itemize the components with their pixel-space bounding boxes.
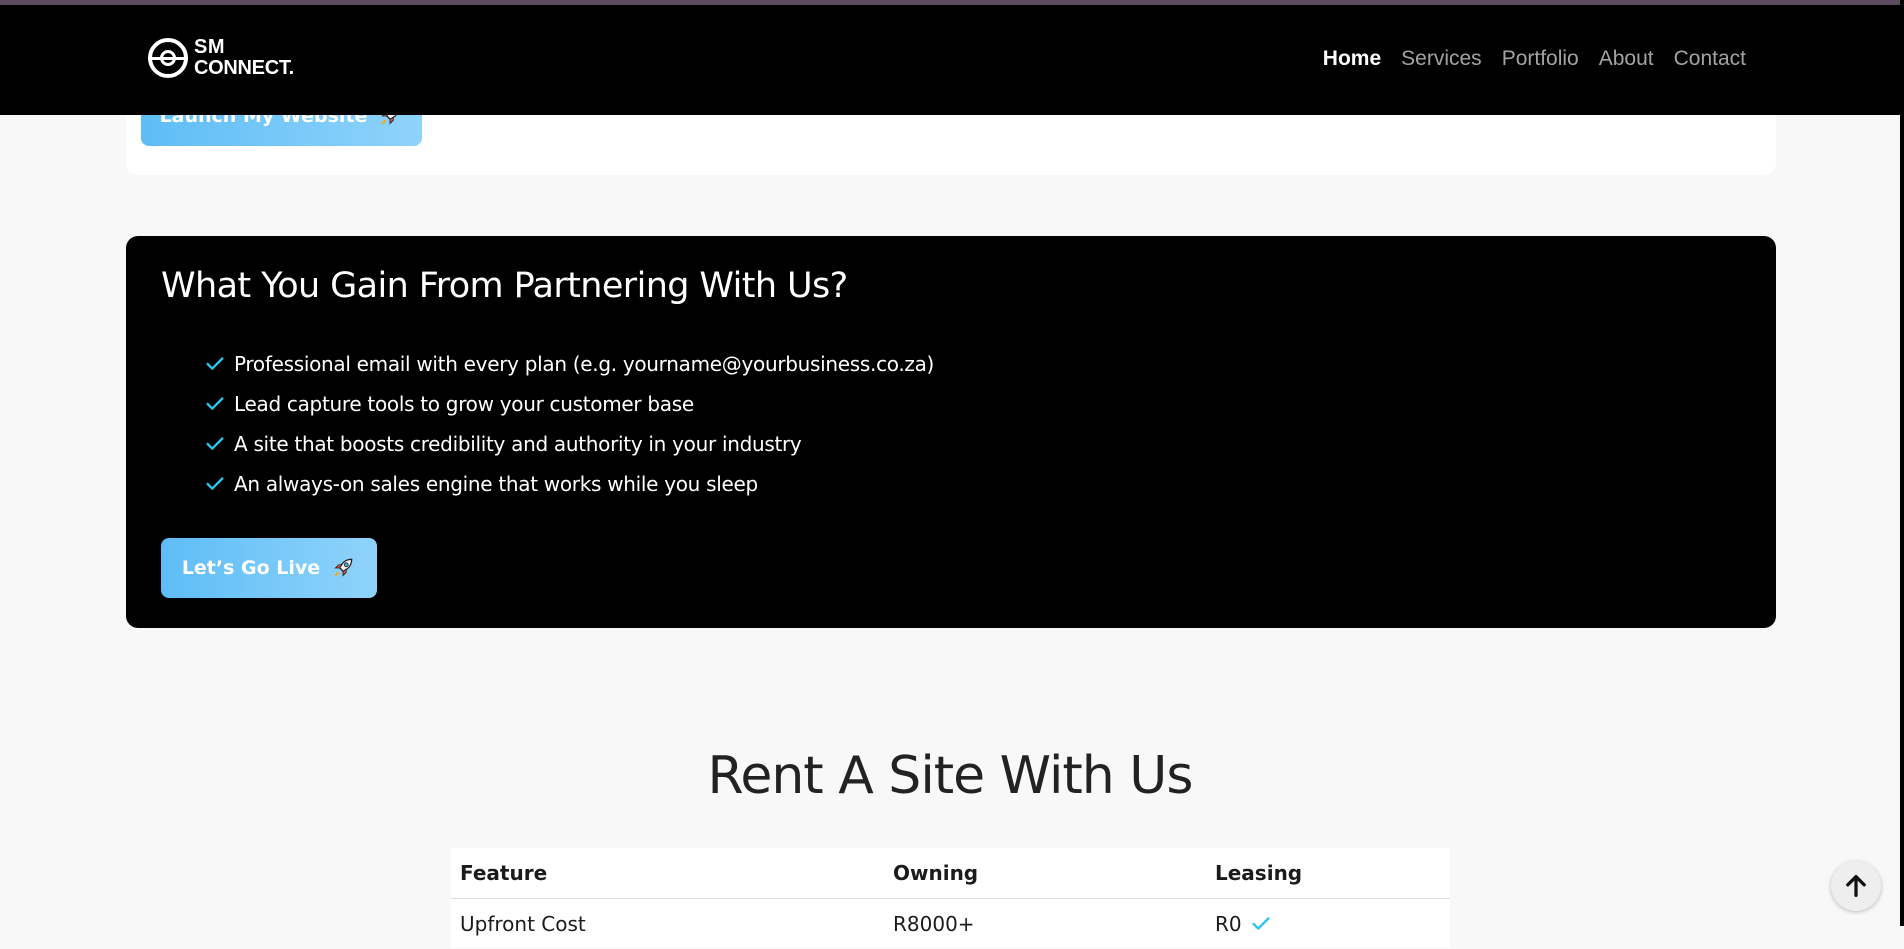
benefit-text: An always-on sales engine that works whi… — [234, 472, 758, 496]
logo-line-2: CONNECT. — [194, 57, 294, 79]
scroll-to-top-button[interactable] — [1831, 861, 1881, 911]
benefit-text: Professional email with every plan (e.g.… — [234, 352, 935, 376]
go-live-label: Let’s Go Live — [181, 557, 321, 579]
nav-portfolio[interactable]: Portfolio — [1502, 47, 1579, 71]
main-nav: Home Services Portfolio About Contact — [1323, 47, 1746, 71]
rocket-icon — [334, 558, 353, 577]
table-header-row: Feature Owning Leasing — [451, 848, 1450, 899]
brand-logo[interactable]: SM CONNECT. — [148, 37, 294, 79]
column-header: Feature — [460, 861, 548, 885]
logo-text: SM CONNECT. — [194, 37, 294, 79]
table-row: Upfront Cost R8000+ R0 — [451, 899, 1450, 949]
logo-line-1: SM — [194, 36, 225, 58]
table-cell: R8000+ — [893, 912, 975, 936]
benefit-item: A site that boosts credibility and autho… — [204, 424, 934, 464]
table-cell: R0 — [1215, 912, 1450, 936]
benefits-list: Professional email with every plan (e.g.… — [204, 344, 934, 504]
check-icon — [1252, 917, 1270, 930]
logo-icon — [148, 38, 188, 78]
window-top-border — [0, 0, 1904, 5]
page-scrollbar[interactable] — [1900, 0, 1904, 926]
column-header: Leasing — [1215, 861, 1303, 885]
benefit-text: A site that boosts credibility and autho… — [234, 432, 802, 456]
benefit-item: An always-on sales engine that works whi… — [204, 464, 934, 504]
check-icon — [206, 477, 224, 490]
table-cell-value: R0 — [1215, 912, 1242, 936]
arrow-up-icon — [1846, 875, 1866, 897]
lets-go-live-button[interactable]: Let’s Go Live — [161, 538, 377, 598]
comparison-table: Feature Owning Leasing Upfront Cost R800… — [451, 848, 1450, 948]
table-cell: Upfront Cost — [460, 912, 586, 936]
benefit-text: Lead capture tools to grow your customer… — [234, 392, 694, 416]
benefits-title: What You Gain From Partnering With Us? — [161, 266, 848, 306]
rent-section-title: Rent A Site With Us — [707, 746, 1194, 806]
nav-services[interactable]: Services — [1401, 47, 1482, 71]
check-icon — [206, 437, 224, 450]
nav-home[interactable]: Home — [1323, 47, 1381, 71]
check-icon — [206, 397, 224, 410]
site-header: SM CONNECT. Home Services Portfolio Abou… — [0, 5, 1900, 115]
nav-contact[interactable]: Contact — [1674, 47, 1746, 71]
check-icon — [206, 357, 224, 370]
column-header: Owning — [893, 861, 979, 885]
benefit-item: Lead capture tools to grow your customer… — [204, 384, 934, 424]
benefit-item: Professional email with every plan (e.g.… — [204, 344, 934, 384]
nav-about[interactable]: About — [1599, 47, 1654, 71]
benefits-section: What You Gain From Partnering With Us? P… — [126, 236, 1776, 628]
